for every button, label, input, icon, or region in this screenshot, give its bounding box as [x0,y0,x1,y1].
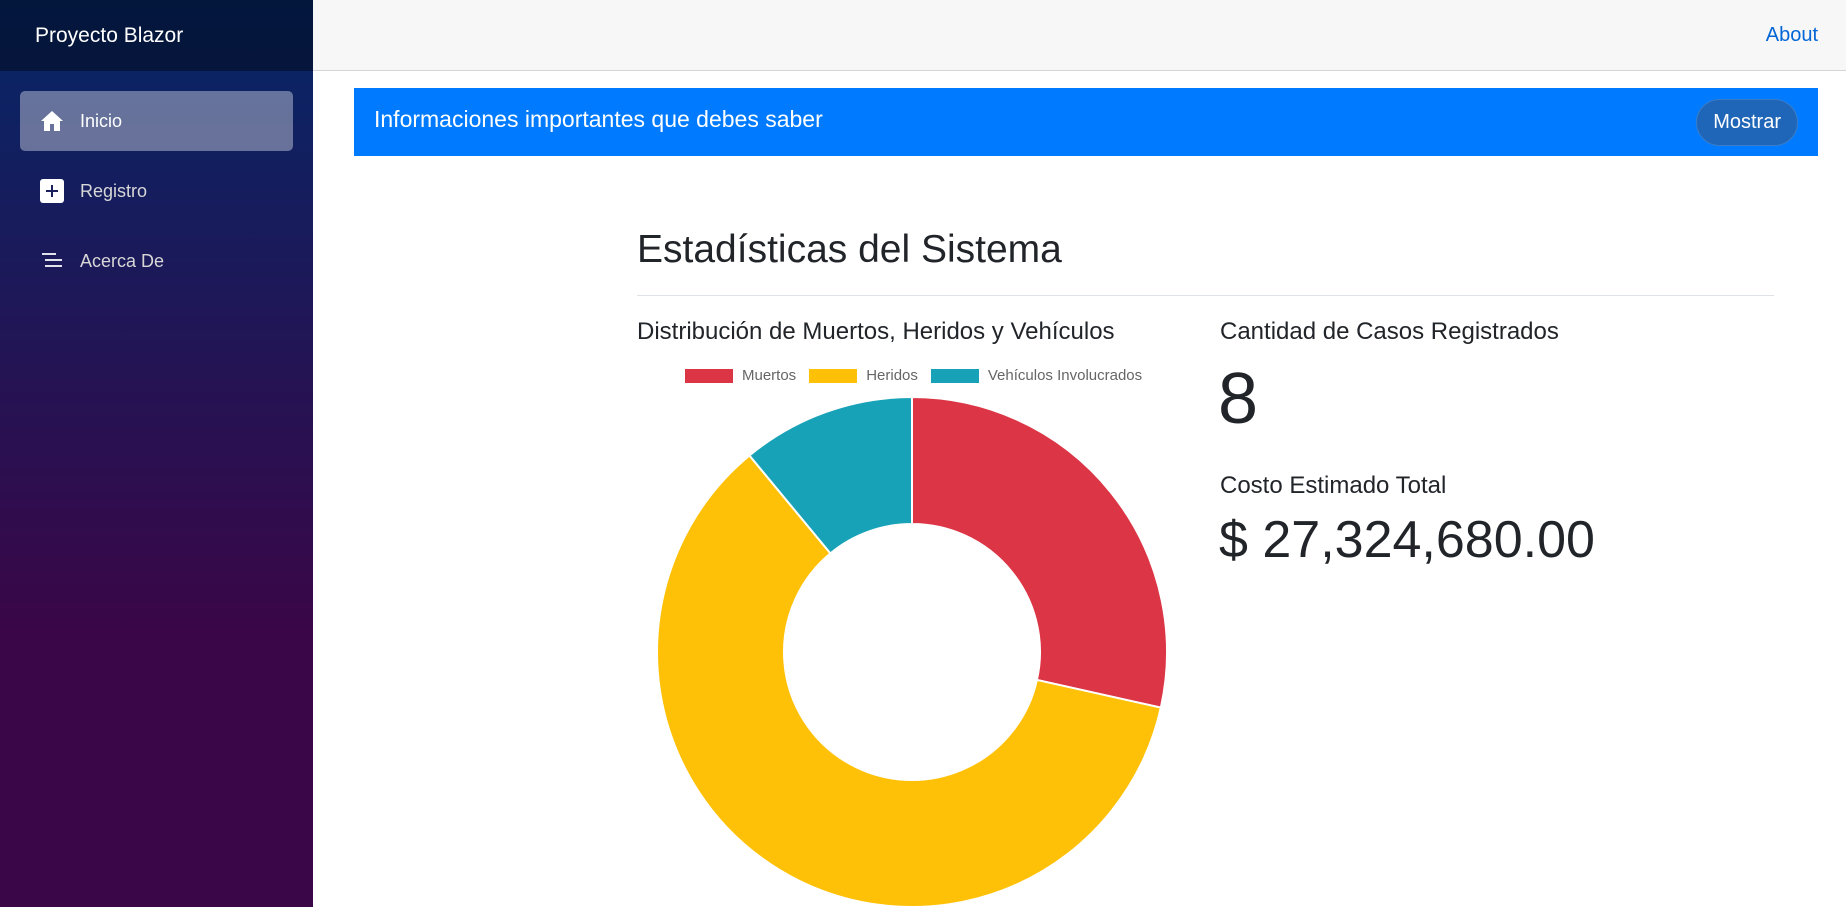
list-icon [40,249,64,273]
sidebar-item-registro[interactable]: Registro [20,161,293,221]
sidebar-item-inicio[interactable]: Inicio [20,91,293,151]
banner-text: Informaciones importantes que debes sabe… [374,105,823,132]
legend-item[interactable]: Heridos [809,367,918,384]
donut-slice-muertos[interactable] [911,395,1168,709]
show-button[interactable]: Mostrar [1696,98,1798,146]
cases-label: Cantidad de Casos Registrados [1220,318,1559,345]
sidebar: Proyecto Blazor Inicio Registro Acerca D… [0,0,313,907]
app-root: Proyecto Blazor Inicio Registro Acerca D… [0,0,1846,907]
sidebar-nav: Inicio Registro Acerca De [0,71,313,291]
info-banner: Informaciones importantes que debes sabe… [354,88,1818,156]
brand-bar: Proyecto Blazor [0,0,313,71]
divider [637,295,1774,296]
legend-swatch [930,368,979,383]
legend-label: Vehículos Involucrados [987,367,1143,384]
sidebar-item-label: Registro [80,180,148,201]
legend-label: Heridos [866,367,918,384]
plus-icon [40,179,64,203]
legend-item[interactable]: Muertos [685,367,796,384]
legend-item[interactable]: Vehículos Involucrados [930,367,1143,384]
chart-legend: Muertos Heridos Vehículos Involucrados [685,367,1155,384]
sidebar-item-acerca-de[interactable]: Acerca De [20,231,293,291]
home-icon [40,109,64,133]
cases-value: 8 [1218,359,1259,439]
cost-value: $ 27,324,680.00 [1219,511,1595,569]
sidebar-item-label: Inicio [80,110,123,131]
donut-chart [656,395,1168,907]
legend-swatch [685,368,733,383]
top-row: About [313,0,1846,71]
brand-link[interactable]: Proyecto Blazor [35,24,183,48]
sidebar-item-label: Acerca De [80,250,165,271]
cost-label: Costo Estimado Total [1220,472,1447,499]
chart-title: Distribución de Muertos, Heridos y Vehíc… [637,318,1115,345]
page-title: Estadísticas del Sistema [637,228,1062,271]
legend-label: Muertos [742,367,797,384]
about-link[interactable]: About [1766,24,1818,47]
legend-swatch [809,368,858,383]
